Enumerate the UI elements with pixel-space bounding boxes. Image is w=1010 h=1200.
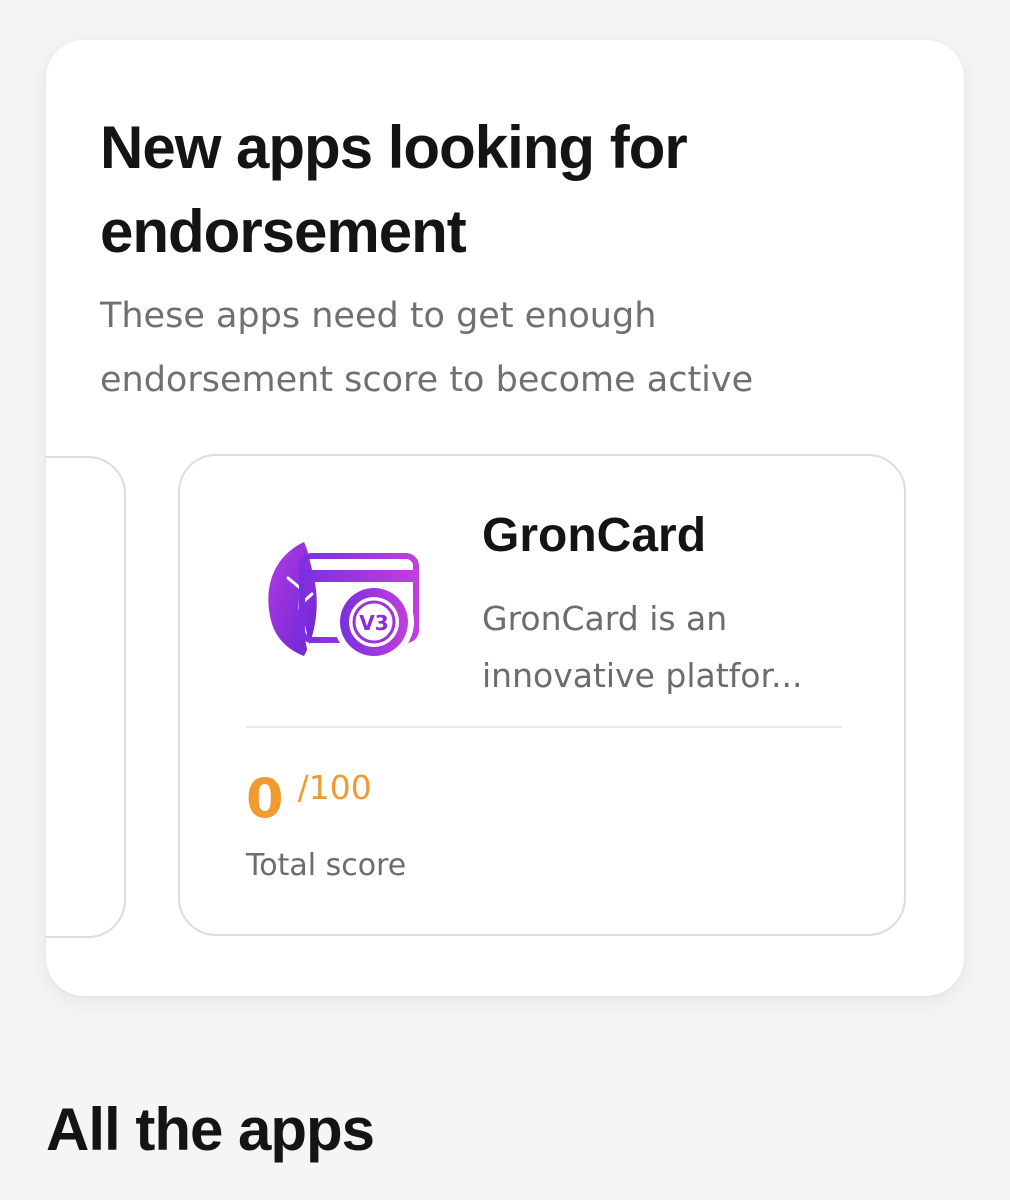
app-description: GronCard is an innovative platfor... xyxy=(482,599,803,695)
endorsement-subtitle: These apps need to get enough endorsemen… xyxy=(100,296,754,400)
app-carousel[interactable]: V3 GronCard GronCard is an innovative pl… xyxy=(46,450,964,950)
groncard-logo-icon: V3 xyxy=(268,542,419,662)
score-label: Total score xyxy=(246,848,407,883)
score-value: 0 xyxy=(246,767,284,830)
endorsement-card: New apps looking for endorsement These a… xyxy=(46,40,964,996)
card-divider xyxy=(246,726,842,728)
app-card-groncard[interactable]: V3 GronCard GronCard is an innovative pl… xyxy=(178,454,906,936)
score-display: 0 /100 xyxy=(246,768,372,830)
svg-text:V3: V3 xyxy=(359,611,388,635)
score-max: /100 xyxy=(297,768,372,807)
app-name: GronCard xyxy=(482,509,707,562)
previous-app-card[interactable] xyxy=(46,456,126,938)
endorsement-title: New apps looking for endorsement xyxy=(100,114,688,265)
all-apps-title: All the apps xyxy=(46,1096,375,1163)
